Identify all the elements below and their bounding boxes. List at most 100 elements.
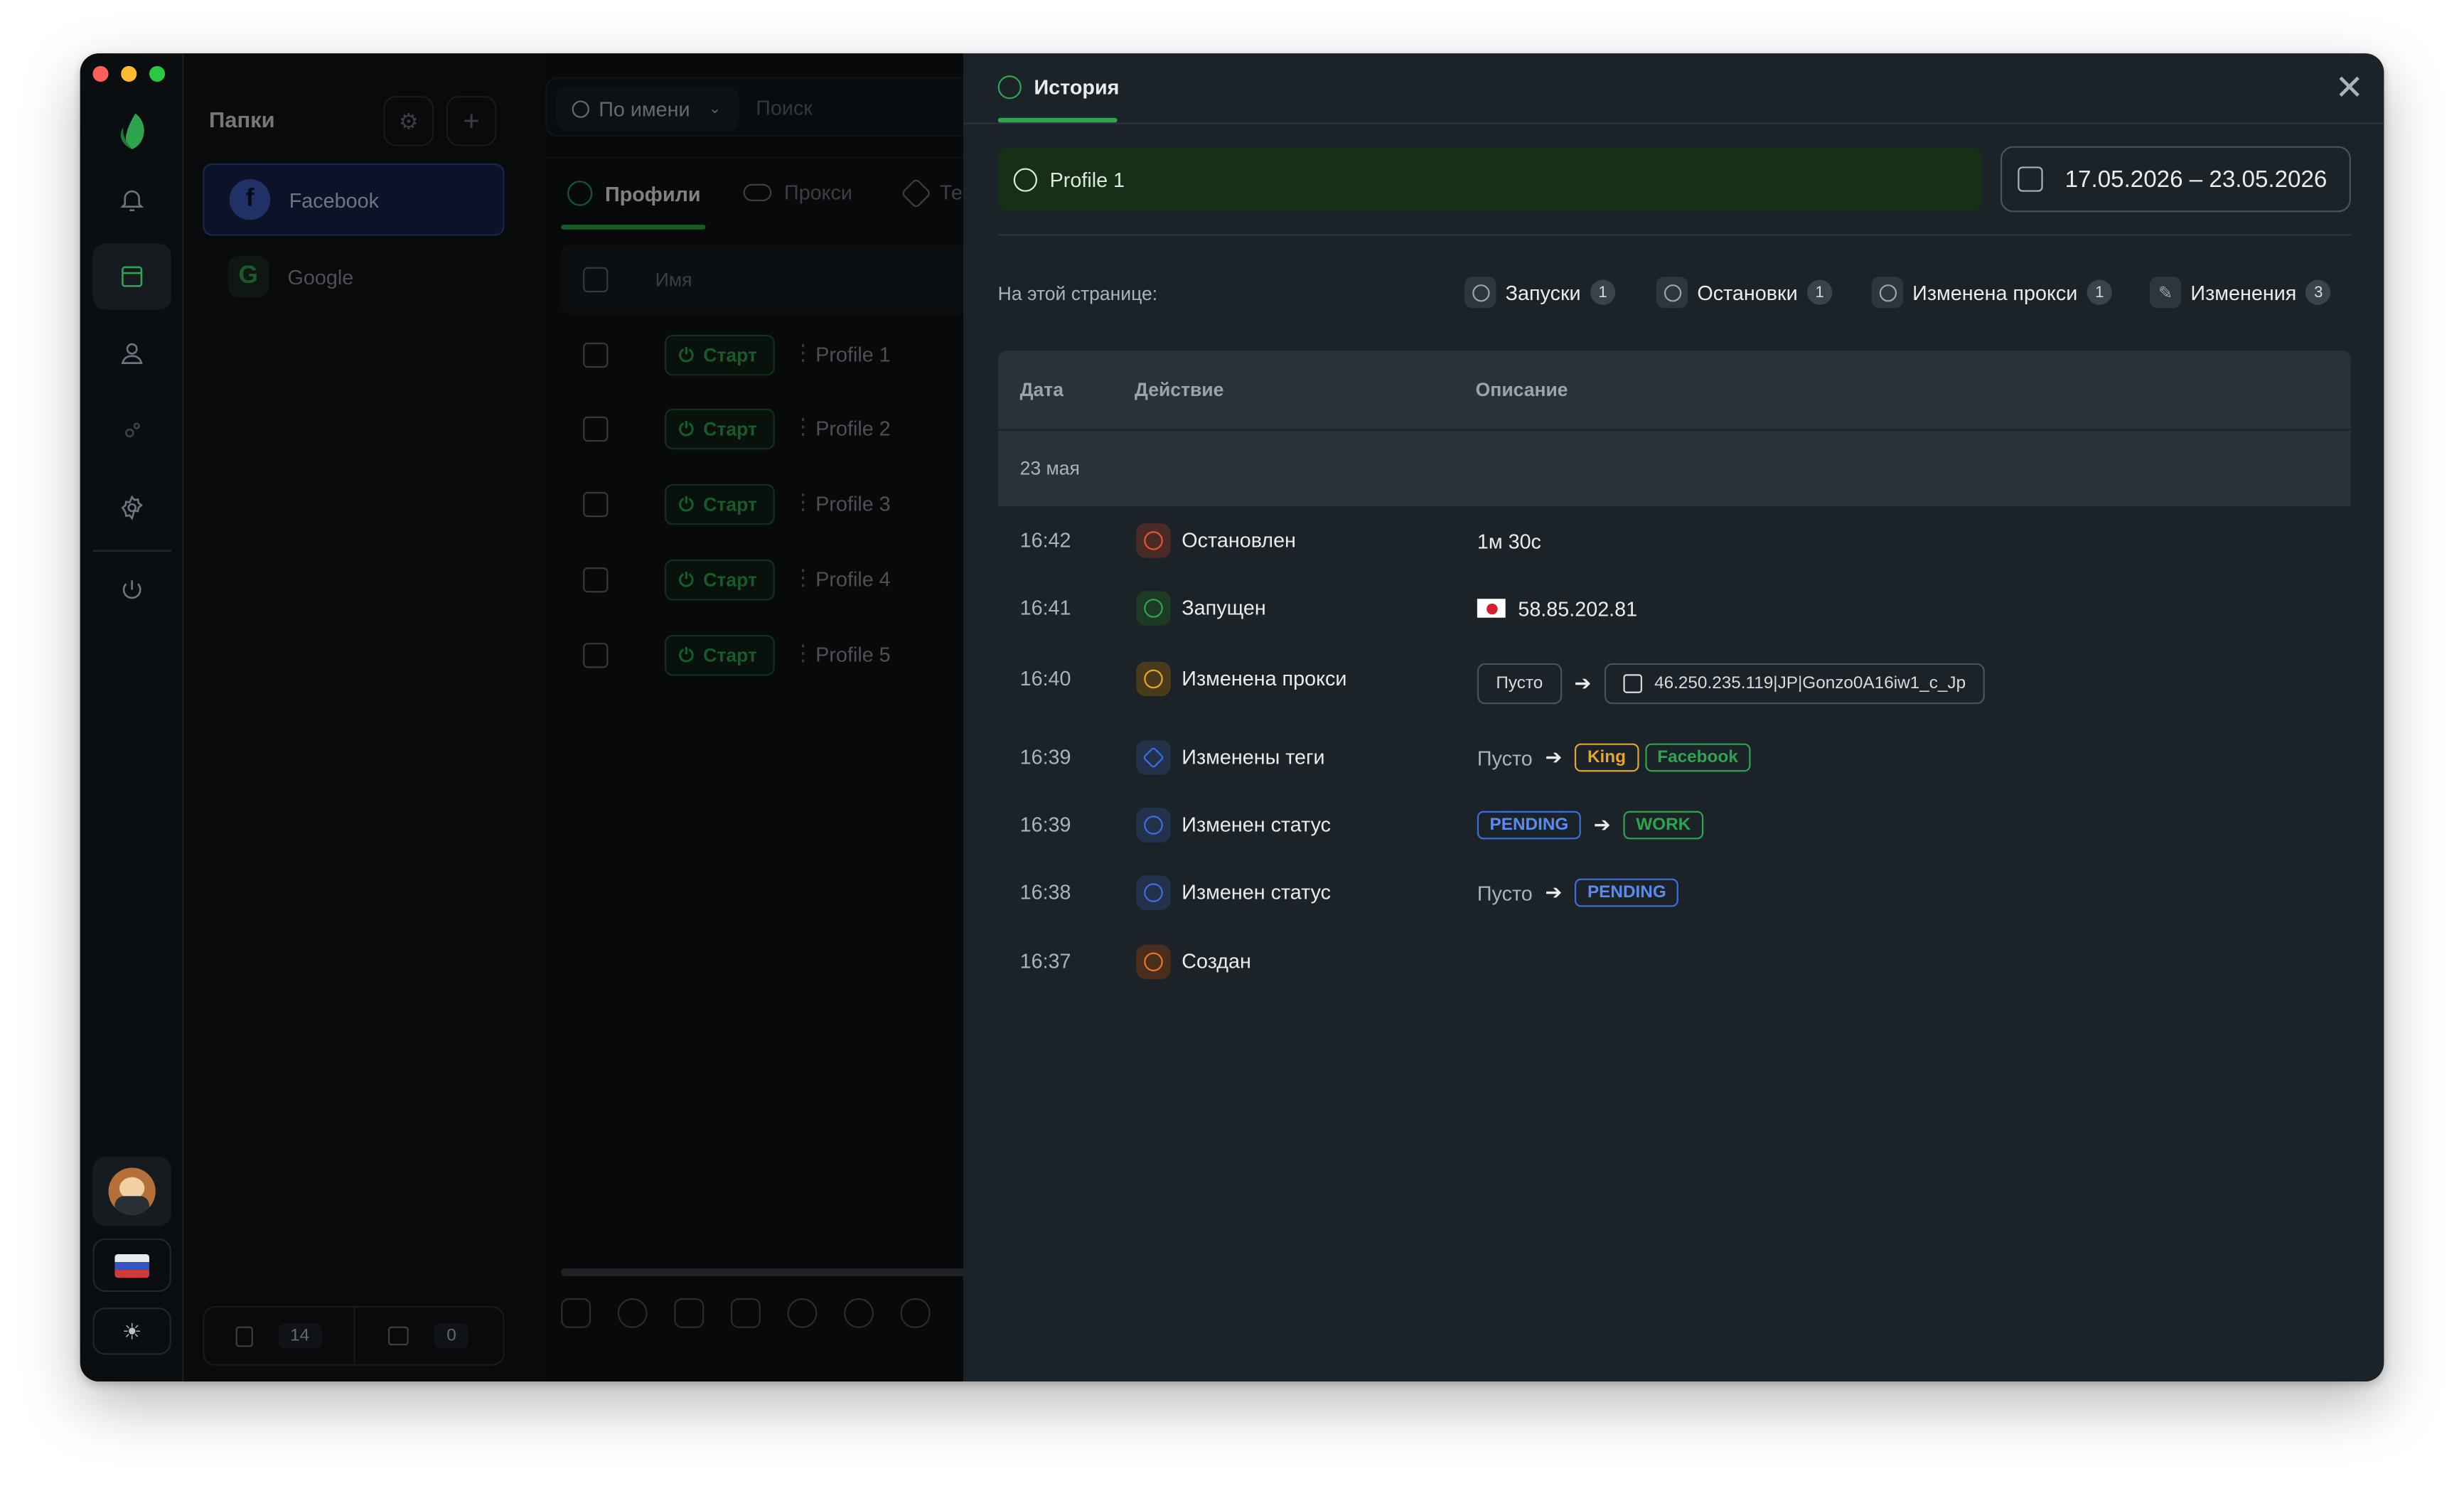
app-window: ☀ Папки ⚙ + f Facebook G Google 14 0 По …	[80, 53, 2384, 1382]
calendar-icon	[2018, 166, 2043, 192]
history-row: 16:40 Изменена прокси Пусто ➔ 46.250.235…	[998, 651, 2351, 717]
filter-count: 1	[1806, 279, 1833, 305]
filter-count: 1	[1590, 279, 1616, 305]
column-description: Описание	[1475, 378, 1568, 401]
filter-launches[interactable]: Запуски 1	[1464, 277, 1616, 309]
profile-name: Profile 1	[1049, 167, 1125, 191]
clock-icon	[997, 75, 1022, 100]
old-status-value: Пусто	[1477, 880, 1533, 905]
history-row: 16:39 Изменен статус PENDING ➔ WORK	[998, 793, 2351, 856]
browser-icon	[122, 266, 143, 287]
filter-label: Изменения	[2190, 280, 2297, 304]
gear-icon	[121, 495, 144, 520]
russia-flag-icon	[114, 1253, 149, 1278]
column-action: Действие	[1134, 378, 1224, 401]
tag-king: King	[1575, 743, 1639, 772]
minimize-window-button[interactable]	[121, 65, 137, 82]
copy-icon	[1622, 674, 1642, 693]
nav-rail: ☀	[80, 53, 184, 1382]
proxy-string: 46.250.235.119|JP|Gonzo0A16iw1_c_Jp	[1654, 674, 1966, 693]
power-icon	[122, 580, 141, 599]
user-icon	[121, 343, 143, 364]
modal-backdrop[interactable]	[183, 53, 964, 1382]
history-row: 16:38 Изменен статус Пусто ➔ PENDING	[998, 861, 2351, 924]
row-time: 16:38	[1019, 880, 1071, 904]
date-range-value: 17.05.2026 – 23.05.2026	[2064, 166, 2328, 193]
row-action: Остановлен	[1182, 528, 1296, 552]
settings-nav-button[interactable]	[92, 475, 171, 541]
group-date: 23 мая	[1019, 457, 1080, 480]
row-time: 16:39	[1019, 812, 1071, 836]
on-page-label: На этой странице:	[997, 282, 1158, 305]
filter-proxy-changed[interactable]: Изменена прокси 1	[1871, 277, 2112, 309]
account-button[interactable]	[92, 1156, 171, 1226]
globe-stop-icon	[1136, 523, 1171, 558]
language-button[interactable]	[92, 1238, 171, 1293]
close-icon[interactable]: ✕	[2334, 70, 2365, 105]
history-row: 16:37 Создан	[998, 931, 2351, 993]
row-action: Изменен статус	[1182, 880, 1332, 904]
automation-nav-button[interactable]	[92, 397, 171, 464]
status-work-badge: WORK	[1623, 811, 1703, 840]
bell-icon	[120, 190, 144, 211]
sun-icon: ☀	[122, 1317, 142, 1343]
close-window-button[interactable]	[92, 65, 109, 82]
history-row: 16:42 Остановлен 1м 30с	[998, 509, 2351, 572]
window-controls	[92, 65, 166, 82]
history-panel: История ✕ Profile 1 17.05.2026 – 23.05.2…	[963, 53, 2384, 1382]
notifications-button[interactable]	[92, 166, 171, 232]
cog-small-icon	[125, 422, 140, 438]
row-action: Запущен	[1182, 595, 1266, 619]
row-action: Изменены теги	[1182, 744, 1325, 769]
logout-button[interactable]	[92, 558, 171, 624]
new-proxy-value[interactable]: 46.250.235.119|JP|Gonzo0A16iw1_c_Jp	[1604, 663, 1985, 705]
tab-label: История	[1034, 75, 1120, 100]
old-proxy-value: Пусто	[1477, 663, 1562, 705]
theme-toggle-button[interactable]: ☀	[92, 1308, 171, 1355]
filter-changes[interactable]: ✎ Изменения 3	[2149, 277, 2332, 309]
arrow-right-icon: ➔	[1574, 670, 1592, 695]
history-row: 16:39 Изменены теги Пусто ➔ King Faceboo…	[998, 726, 2351, 789]
globe-icon	[1464, 277, 1496, 309]
old-tags-value: Пусто	[1477, 745, 1533, 770]
row-ip: 58.85.202.81	[1518, 596, 1638, 621]
filter-count: 3	[2305, 279, 2332, 305]
pencil-icon: ✎	[2149, 277, 2182, 309]
team-nav-button[interactable]	[92, 321, 171, 387]
jp-flag-icon	[1477, 599, 1506, 618]
row-time: 16:37	[1019, 949, 1071, 973]
arrow-right-icon: ➔	[1545, 880, 1563, 904]
row-time: 16:39	[1019, 744, 1071, 769]
column-date: Дата	[1019, 378, 1064, 401]
row-description: 1м 30с	[1477, 528, 1541, 552]
filter-label: Запуски	[1505, 280, 1581, 304]
filter-label: Остановки	[1697, 280, 1798, 304]
globe-icon	[1871, 277, 1903, 309]
tag-icon	[1136, 740, 1171, 775]
filter-stops[interactable]: Остановки 1	[1656, 277, 1833, 309]
globe-start-icon	[1136, 591, 1171, 626]
profiles-nav-button[interactable]	[92, 243, 171, 310]
arrow-right-icon: ➔	[1545, 744, 1563, 769]
history-row: 16:41 Запущен 58.85.202.81	[998, 577, 2351, 639]
status-pending-badge: PENDING	[1477, 811, 1582, 840]
row-time: 16:41	[1019, 595, 1071, 619]
globe-icon	[1013, 167, 1037, 191]
row-action: Изменен статус	[1182, 812, 1332, 836]
arrow-right-icon: ➔	[1593, 812, 1611, 836]
filter-count: 1	[2087, 279, 2112, 305]
logo-icon	[92, 97, 171, 164]
date-range-picker[interactable]: 17.05.2026 – 23.05.2026	[2000, 146, 2351, 213]
globe-icon	[1656, 277, 1688, 309]
status-check-icon	[1136, 808, 1171, 843]
tab-history[interactable]: История	[997, 75, 1120, 100]
avatar	[108, 1167, 156, 1215]
globe-proxy-icon	[1136, 661, 1171, 697]
status-check-icon	[1136, 875, 1171, 910]
date-group-header: 23 мая	[997, 430, 2351, 506]
row-action: Создан	[1182, 949, 1251, 973]
maximize-window-button[interactable]	[149, 65, 166, 82]
row-time: 16:42	[1019, 528, 1071, 552]
filter-label: Изменена прокси	[1912, 280, 2078, 304]
status-pending-badge: PENDING	[1575, 878, 1679, 907]
